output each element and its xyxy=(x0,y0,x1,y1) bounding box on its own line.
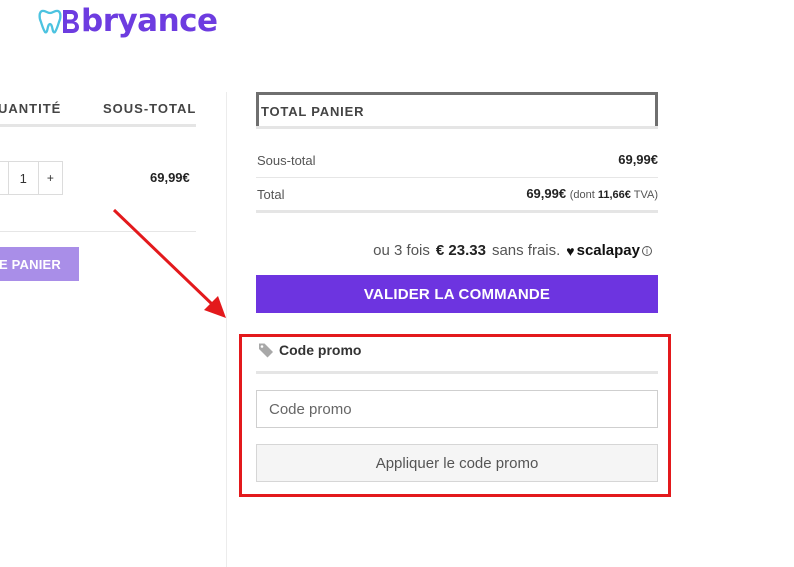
subtotal-divider xyxy=(256,177,658,178)
subtotal-column-header: SOUS-TOTAL xyxy=(103,101,197,116)
scalapay-logo-text: scalapay xyxy=(576,242,640,259)
scalapay-installment-amount: € 23.33 xyxy=(435,242,486,259)
quantity-stepper[interactable]: 1 + xyxy=(0,161,63,195)
tooth-icon xyxy=(38,9,62,34)
quantity-increase-button[interactable]: + xyxy=(39,162,62,194)
tax-suffix: TVA) xyxy=(633,189,658,201)
quantity-decrease-button[interactable] xyxy=(0,162,8,194)
table-header-divider xyxy=(0,124,196,127)
scalapay-suffix: sans frais. xyxy=(491,242,561,259)
brand-name: bryance xyxy=(81,3,218,39)
scalapay-widget[interactable]: ou 3 fois € 23.33 sans frais. ♥ scalapay… xyxy=(300,242,652,259)
tax-amount: 11,66€ xyxy=(597,189,631,201)
subtotal-value: 69,99€ xyxy=(618,152,658,167)
heart-icon: ♥ xyxy=(566,242,575,259)
total-value: 69,99€ xyxy=(526,186,567,201)
brand-logo[interactable]: bryance xyxy=(38,2,218,40)
checkout-button[interactable]: VALIDER LA COMMANDE xyxy=(256,275,658,313)
scalapay-prefix: ou 3 fois xyxy=(373,242,430,259)
annotation-arrow-icon xyxy=(112,208,226,318)
info-icon[interactable]: i xyxy=(642,245,652,256)
total-label: Total xyxy=(257,187,285,202)
total-divider xyxy=(256,210,658,213)
tax-note: (dont 11,66€ TVA) xyxy=(570,189,658,201)
annotation-highlight-box xyxy=(239,334,671,497)
tax-prefix: (dont xyxy=(569,189,595,201)
subtotal-label: Sous-total xyxy=(257,153,316,168)
update-cart-button[interactable]: E PANIER xyxy=(0,247,79,281)
total-value-group: 69,99€ (dont 11,66€ TVA) xyxy=(440,186,658,201)
quantity-value[interactable]: 1 xyxy=(7,162,39,194)
brand-b-mark xyxy=(63,10,79,33)
cart-totals-title: TOTAL PANIER xyxy=(256,92,658,128)
scalapay-logo[interactable]: ♥ scalapay i xyxy=(566,242,652,259)
quantity-column-header: UANTITÉ xyxy=(0,101,62,116)
totals-title-divider xyxy=(256,126,658,129)
row-subtotal: 69,99€ xyxy=(150,170,190,185)
